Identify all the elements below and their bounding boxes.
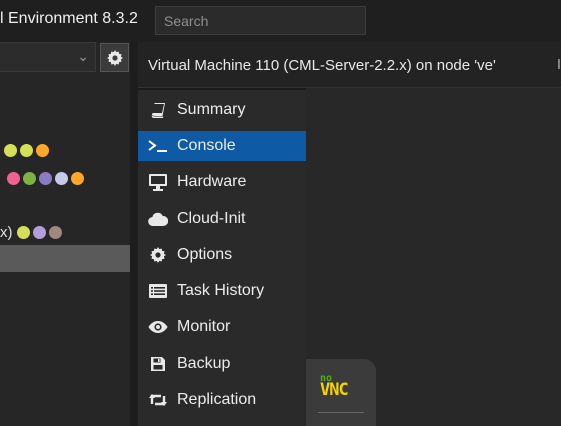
search-input[interactable] [155,6,366,35]
tree-item[interactable] [0,141,130,159]
nav-item-options[interactable]: Options [138,240,306,270]
tree-item[interactable]: x) [0,223,130,241]
nav-item-label: Backup [177,355,231,372]
tree-item[interactable] [3,169,133,187]
view-selector[interactable]: ⌄ [0,42,96,72]
vm-nav-menu: Summary Console Hardware Cloud-Init Opti… [138,90,306,426]
status-dot [39,171,52,185]
status-dot [36,143,49,157]
status-dot [20,143,33,157]
app-title: l Environment 8.3.2 [0,10,138,27]
nav-item-label: Console [177,137,236,154]
novnc-logo-vnc: VNC [320,380,349,400]
page-title: Virtual Machine 110 (CML-Server-2.2.x) o… [148,57,496,74]
monitor-icon [148,172,168,192]
terminal-icon [148,136,168,156]
gear-icon [106,49,123,66]
nav-item-console[interactable]: Console [138,131,306,161]
status-dot [16,225,30,239]
nav-item-label: Options [177,246,233,263]
retweet-icon [148,390,168,410]
nav-item-label: Hardware [177,173,247,190]
tree-item-label: x) [0,223,13,241]
resource-tree-panel: ⌄ x) [0,42,130,426]
top-bar: l Environment 8.3.2 [0,0,561,42]
header-toolbar-edge: I [556,56,561,73]
gear-button[interactable] [100,43,129,72]
nav-item-summary[interactable]: Summary [138,95,306,125]
status-dot [4,143,17,157]
status-dot [71,171,84,185]
cloud-icon [148,209,168,229]
tree-item-selected[interactable] [0,245,130,272]
nav-item-label: Task History [177,282,265,299]
list-icon [148,281,168,301]
nav-item-replication[interactable]: Replication [138,385,306,415]
nav-item-label: Summary [177,101,246,118]
divider [318,412,364,413]
nav-item-cloud-init[interactable]: Cloud-Init [138,204,306,234]
panel-splitter[interactable] [130,42,138,426]
floppy-icon [148,354,168,374]
status-dot [23,171,36,185]
content-header: Virtual Machine 110 (CML-Server-2.2.x) o… [138,42,561,88]
status-dot [55,171,68,185]
nav-item-backup[interactable]: Backup [138,349,306,379]
status-dot [7,171,20,185]
novnc-control-bar[interactable]: no VNC [306,359,376,426]
nav-item-monitor[interactable]: Monitor [138,312,306,342]
status-dot [48,225,62,239]
nav-item-label: Monitor [177,318,231,335]
book-icon [148,100,168,120]
nav-item-label: Replication [177,391,257,408]
nav-item-hardware[interactable]: Hardware [138,167,306,197]
nav-item-label: Cloud-Init [177,210,246,227]
chevron-down-icon[interactable]: ⌄ [77,48,89,65]
eye-icon [148,317,168,337]
status-dot [32,225,46,239]
gear-icon [148,245,168,265]
nav-item-task-history[interactable]: Task History [138,276,306,306]
